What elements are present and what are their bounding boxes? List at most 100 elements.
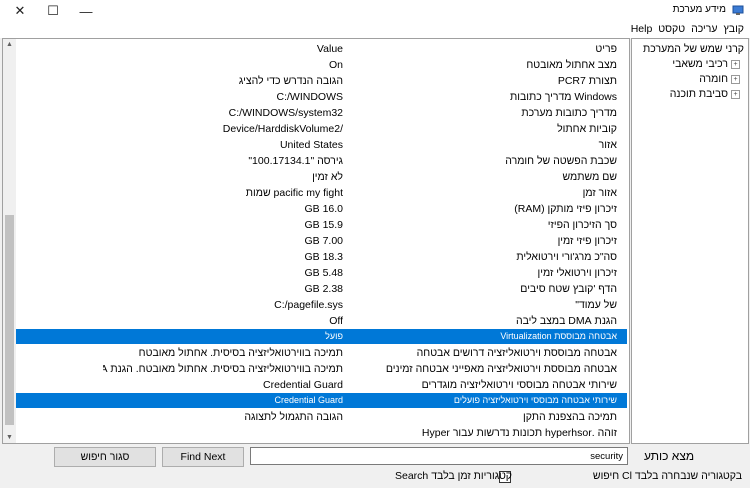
table-row[interactable]: תצורת PCR7 הגובה הנדרש כדי להציג: [16, 73, 627, 89]
row-value: C:/pagefile.sys: [274, 299, 343, 311]
table-row[interactable]: Windows מדריך כתובות C:/WINDOWS: [16, 89, 627, 105]
search-category-names-label: Search קטגוריות זמן בלבד: [395, 470, 512, 482]
title-bar: ✕ ☐ — מידע מערכת: [0, 0, 750, 22]
table-row[interactable]: שירותי אבטחה מבוססי וירטואליזציה פועלים C…: [16, 393, 627, 408]
menu-bar: קובץ עריכה טקסט Help: [0, 22, 750, 38]
row-value: C:/WINDOWS/system32: [228, 107, 343, 119]
row-item: שירותי אבטחה מבוססי וירטואליזציה מוגדרים: [421, 379, 617, 391]
table-row[interactable]: זוהה .hyperhsor תכונות נדרשות עבור Hyper: [16, 425, 627, 441]
row-value: United States: [279, 139, 343, 151]
table-row[interactable]: אבטחה מבוססת וירטואליזציה מאפייני אבטחה …: [16, 361, 627, 377]
column-header-value[interactable]: Value: [103, 41, 343, 57]
minimize-icon[interactable]: —: [71, 0, 101, 22]
column-header-row: פריט Value: [16, 41, 627, 57]
table-row[interactable]: שירותי אבטחה מבוססי וירטואליזציה מוגדרים…: [16, 377, 627, 393]
vertical-scrollbar[interactable]: ▲ ▼: [3, 39, 16, 443]
table-row[interactable]: הגנת DMA במצב ליבה Off: [16, 313, 627, 329]
details-list: ▲ ▼ פריט Value מצב אחתול מאובטח On תצורת P…: [2, 38, 630, 444]
category-tree: קרני שמש של המערכת +רכיבי משאבי +חומרה +…: [631, 38, 749, 444]
expand-icon[interactable]: +: [731, 89, 740, 99]
table-row[interactable]: הדף 'קובץ שטח סיבים 2.38 GB: [16, 281, 627, 297]
row-value: Off: [329, 315, 343, 327]
find-what-label: מצא כותע: [644, 449, 695, 463]
row-item: סה"כ מרג'ורי וירטואלית: [516, 251, 617, 263]
search-input[interactable]: [250, 447, 628, 465]
row-item: אזור זמן: [582, 187, 617, 199]
table-row[interactable]: זיכרון פיזי מותקן (RAM) 16.0 GB: [16, 201, 627, 217]
scroll-down-icon[interactable]: ▼: [6, 434, 13, 441]
window-title: מידע מערכת: [672, 4, 726, 15]
table-row[interactable]: שכבת הפשטה של חומרה גירסה "100.17134.1": [16, 153, 627, 169]
table-row[interactable]: זיכרון פיזי זמין 7.00 GB: [16, 233, 627, 249]
table-row[interactable]: מצב אחתול מאובטח On: [16, 57, 627, 73]
row-item: מדריך כתובות מערכת: [521, 107, 617, 119]
row-value: /Device/HarddiskVolume2: [222, 123, 343, 135]
row-item: שכבת הפשטה של חומרה: [505, 155, 617, 167]
row-value: 7.00 GB: [304, 235, 343, 247]
row-value: Credential Guard: [263, 379, 343, 391]
row-item: Windows מדריך כתובות: [510, 91, 617, 103]
row-item: של עמוד": [575, 299, 617, 311]
table-row[interactable]: אבטחה מבוססת וירטואליזציה דרושים אבטחה תמ…: [16, 345, 627, 361]
row-item: תמיכה בהצפנת התקן: [522, 411, 617, 423]
row-item: זיכרון וירטואלי זמין: [537, 267, 618, 279]
row-value: גירסה "100.17134.1": [248, 155, 343, 167]
table-row[interactable]: מדריך כתובות מערכת C:/WINDOWS/system32: [16, 105, 627, 121]
row-value: 5.48 GB: [304, 267, 343, 279]
tree-item-software-environment[interactable]: +סביבת תוכנה: [670, 87, 740, 101]
row-item: אזור: [598, 139, 617, 151]
row-value: 15.9 GB: [304, 219, 343, 231]
table-row[interactable]: אזור United States: [16, 137, 627, 153]
table-row[interactable]: אזור זמן pacific my fight שמות: [16, 185, 627, 201]
row-value: pacific my fight שמות: [245, 187, 343, 199]
table-row[interactable]: תמיכה בהצפנת התקן הגובה התגמול לתצוגה: [16, 409, 627, 425]
row-value: 16.0 GB: [304, 203, 343, 215]
table-row[interactable]: שם משתמש לא זמין: [16, 169, 627, 185]
row-value: תמיכה בווירטואליזציה בסיסית. אחתול מאובט…: [138, 347, 343, 359]
table-row[interactable]: זיכרון וירטואלי זמין 5.48 GB: [16, 265, 627, 281]
scroll-thumb[interactable]: [5, 215, 14, 425]
menu-help[interactable]: Help: [631, 23, 653, 35]
row-item: אבטחה מבוססת וירטואליזציה מאפייני אבטחה …: [385, 363, 617, 375]
row-item: תצורת PCR7: [557, 75, 617, 87]
scroll-up-icon[interactable]: ▲: [6, 41, 13, 48]
expand-icon[interactable]: +: [731, 59, 740, 69]
row-item: שם משתמש: [562, 171, 617, 183]
row-item: הגנת DMA במצב ליבה: [515, 315, 617, 327]
system-info-icon: [732, 5, 744, 15]
row-value: On: [328, 59, 343, 71]
row-item: זוהה .hyperhsor תכונות נדרשות עבור Hyper: [421, 427, 617, 439]
tree-item-components[interactable]: +חומרה: [699, 72, 740, 86]
table-row[interactable]: קוביות אחתול/Device/HarddiskVolume2: [16, 121, 627, 137]
row-value: 18.3 GB: [304, 251, 343, 263]
row-item: אבטחה מבוססת וירטואליזציה דרושים אבטחה: [416, 347, 617, 359]
table-row[interactable]: סך הזיכרון הפיזי 15.9 GB: [16, 217, 627, 233]
row-value: הגובה התגמול לתצוגה: [244, 411, 343, 423]
row-value: Credential Guard: [274, 395, 343, 405]
row-value: 2.38 GB: [304, 283, 343, 295]
find-next-button[interactable]: Find Next: [162, 447, 244, 467]
close-icon[interactable]: ✕: [5, 0, 35, 22]
row-item: זיכרון פיזי מותקן (RAM): [514, 203, 617, 215]
row-value: תמיכה בווירטואליזציה בסיסית. אחתול מאובט…: [103, 363, 343, 375]
menu-view[interactable]: טקסט: [658, 23, 685, 35]
column-header-item[interactable]: פריט: [352, 41, 617, 57]
row-item: מצב אחתול מאובטח: [526, 59, 617, 71]
row-value: הגובה הנדרש כדי להציג: [238, 75, 343, 87]
row-value: C:/WINDOWS: [276, 91, 344, 103]
table-row[interactable]: של עמוד" C:/pagefile.sys: [16, 297, 627, 313]
tree-root-system-summary[interactable]: קרני שמש של המערכת: [643, 42, 744, 56]
row-item: הדף 'קובץ שטח סיבים: [520, 283, 617, 295]
row-value: פועל: [325, 331, 343, 341]
menu-edit[interactable]: עריכה: [691, 23, 717, 35]
tree-item-hardware-resources[interactable]: +רכיבי משאבי: [672, 57, 740, 71]
table-row[interactable]: אבטחה מבוססת Virtualization פועל: [16, 329, 627, 344]
row-item: אבטחה מבוססת Virtualization: [500, 331, 617, 341]
row-item: קוביות אחתול: [557, 123, 617, 135]
expand-icon[interactable]: +: [731, 74, 740, 84]
search-selected-category-only-label: חיפוש Cl בקטגוריה שנבחרה בלבד: [592, 470, 742, 482]
maximize-icon[interactable]: ☐: [38, 0, 68, 22]
table-row[interactable]: סה"כ מרג'ורי וירטואלית 18.3 GB: [16, 249, 627, 265]
menu-file[interactable]: קובץ: [724, 23, 745, 35]
close-find-button[interactable]: סגור חיפוש: [54, 447, 156, 467]
